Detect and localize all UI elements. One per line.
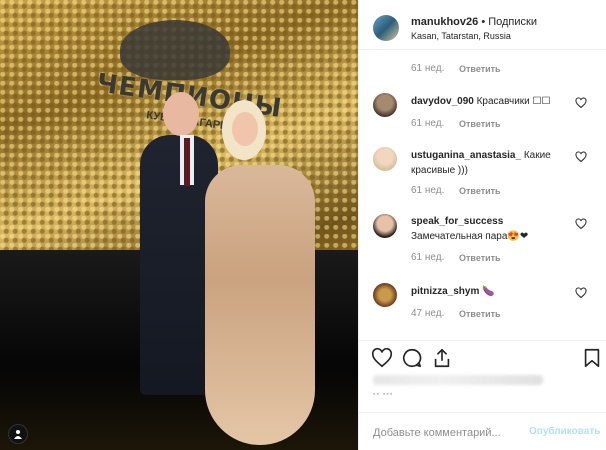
follow-status-button[interactable]: Подписки: [488, 16, 537, 28]
comment-time[interactable]: 61 нед.: [411, 185, 444, 196]
woman-face: [232, 112, 258, 146]
heart-icon[interactable]: [371, 347, 393, 369]
likes-count-blurred: [373, 375, 543, 385]
add-comment-bar: Опубликовать: [359, 412, 606, 450]
post-date: ▪▪ ▪▪▪: [373, 391, 394, 398]
commenter-username[interactable]: pitnizza_shym: [411, 286, 479, 297]
commenter-username[interactable]: speak_for_success: [411, 216, 503, 227]
comment-time[interactable]: 61 нед.: [411, 252, 444, 263]
reply-button[interactable]: Ответить: [459, 309, 501, 319]
comment-text: ustuganina_anastasia_ Какие красивые ))): [411, 148, 579, 178]
bookmark-icon[interactable]: [581, 347, 603, 369]
post-sidebar: manukhov26 • Подписки Kasan, Tatarstan, …: [358, 0, 606, 450]
author-line: manukhov26 • Подписки: [411, 16, 537, 28]
post-location[interactable]: Kasan, Tatarstan, Russia: [411, 31, 511, 41]
comment-body: Красавчики ☐☐: [476, 96, 551, 107]
reply-button[interactable]: Ответить: [459, 119, 501, 129]
like-comment-heart-icon[interactable]: [575, 151, 587, 163]
commenter-username[interactable]: ustuganina_anastasia_: [411, 150, 521, 161]
commenter-avatar[interactable]: [373, 283, 397, 307]
like-comment-heart-icon[interactable]: [575, 97, 587, 109]
reply-button[interactable]: Ответить: [459, 186, 501, 196]
comment-time[interactable]: 61 нед.: [411, 118, 444, 129]
comment-time[interactable]: 47 нед.: [411, 308, 444, 319]
comment-text: pitnizza_shym 🍆: [411, 284, 579, 299]
comment-body: Замечательная пара😍❤: [411, 231, 529, 242]
commenter-avatar[interactable]: [373, 147, 397, 171]
comment-body: 🍆: [482, 286, 495, 297]
separator-dot: •: [481, 16, 486, 28]
comment-time[interactable]: 61 нед.: [411, 63, 444, 74]
share-icon[interactable]: [431, 347, 453, 369]
man-tie: [184, 138, 190, 186]
woman-figure: [205, 165, 315, 445]
comment-input[interactable]: [373, 425, 523, 441]
trophy-emblem: [120, 20, 230, 80]
person-tag-icon[interactable]: [8, 424, 28, 444]
man-head: [163, 92, 199, 136]
post-photo[interactable]: ЧЕМПИОНЫ КУБОК ГАГАРИНА: [0, 0, 358, 450]
post-actions: ▪▪ ▪▪▪: [359, 340, 606, 400]
commenter-avatar[interactable]: [373, 93, 397, 117]
author-avatar[interactable]: [373, 15, 399, 41]
comments-list: 61 нед. Ответить davydov_090 Красавчики …: [359, 50, 606, 340]
comment-text: speak_for_success Замечательная пара😍❤: [411, 214, 579, 244]
comment-bubble-icon[interactable]: [401, 347, 423, 369]
author-username[interactable]: manukhov26: [411, 16, 478, 28]
like-comment-heart-icon[interactable]: [575, 287, 587, 299]
post-header: manukhov26 • Подписки Kasan, Tatarstan, …: [359, 0, 606, 50]
reply-button[interactable]: Ответить: [459, 64, 501, 74]
publish-button[interactable]: Опубликовать: [529, 426, 600, 437]
commenter-avatar[interactable]: [373, 214, 397, 238]
commenter-username[interactable]: davydov_090: [411, 96, 474, 107]
reply-button[interactable]: Ответить: [459, 253, 501, 263]
comment-text: davydov_090 Красавчики ☐☐: [411, 94, 579, 109]
like-comment-heart-icon[interactable]: [575, 218, 587, 230]
